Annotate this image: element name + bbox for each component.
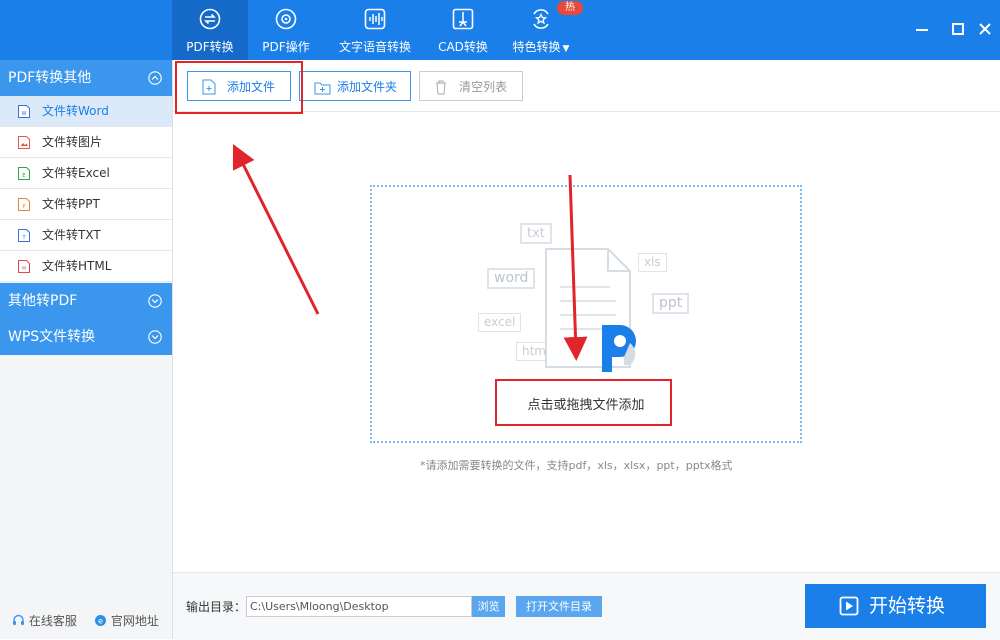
headset-icon xyxy=(13,614,24,625)
start-convert-button[interactable]: 开始转换 xyxy=(805,584,986,628)
tab-label: 特色转换 ▼ xyxy=(506,38,576,55)
clear-list-button[interactable]: 清空列表 xyxy=(419,71,523,101)
chevron-down-icon xyxy=(148,294,162,308)
sidebar-item-to-html[interactable]: H 文件转HTML xyxy=(0,251,172,282)
tab-cad-convert[interactable]: CAD转换 xyxy=(432,0,494,60)
svg-text:e: e xyxy=(98,617,103,626)
tab-text-voice[interactable]: 文字语音转换 xyxy=(333,0,417,60)
add-folder-button[interactable]: 添加文件夹 xyxy=(299,71,411,101)
svg-text:E: E xyxy=(22,173,25,179)
minimize-icon[interactable] xyxy=(913,20,931,38)
format-tag: txt xyxy=(520,223,552,244)
sidebar-item-to-ppt[interactable]: P 文件转PPT xyxy=(0,189,172,220)
annotation-arrow-add-file xyxy=(232,143,320,315)
item-label: 文件转TXT xyxy=(42,228,101,242)
chevron-down-icon xyxy=(148,330,162,344)
document-illustration-icon xyxy=(545,248,636,372)
svg-text:H: H xyxy=(22,266,26,272)
browser-e-icon: e xyxy=(95,615,106,626)
sidebar-item-to-txt[interactable]: T 文件转TXT xyxy=(0,220,172,251)
supported-formats-hint: *请添加需要转换的文件，支持pdf，xls，xlsx，ppt，pptx格式 xyxy=(420,459,733,472)
online-service-link[interactable]: 在线客服 xyxy=(12,612,77,629)
section-label: PDF转换其他 xyxy=(8,70,92,86)
word-file-icon: W xyxy=(18,105,30,118)
item-label: 文件转图片 xyxy=(42,135,103,149)
add-file-button[interactable]: 添加文件 xyxy=(187,71,291,101)
txt-file-icon: T xyxy=(18,229,30,242)
pdf-operate-icon xyxy=(275,8,297,30)
browse-button[interactable]: 浏览 xyxy=(472,596,505,617)
star-convert-icon xyxy=(533,9,549,29)
tab-pdf-convert[interactable]: PDF转换 xyxy=(172,0,248,60)
website-link[interactable]: e 官网地址 xyxy=(94,612,159,629)
item-label: 文件转PPT xyxy=(42,197,100,211)
hot-badge: 热 xyxy=(557,1,583,15)
format-tag: excel xyxy=(478,313,522,332)
file-drop-zone[interactable]: txt xls word ppt excel html 点击或拖拽文件添加 xyxy=(370,185,802,443)
cad-icon xyxy=(452,8,474,30)
trash-icon xyxy=(436,80,446,95)
section-label: 其他转PDF xyxy=(8,293,78,309)
voice-wave-icon xyxy=(364,8,386,30)
convert-icon xyxy=(839,596,859,616)
sidebar-section-pdf-to-other[interactable]: PDF转换其他 xyxy=(0,60,172,96)
item-label: 文件转HTML xyxy=(42,259,112,273)
start-convert-label: 开始转换 xyxy=(869,595,946,617)
output-dir-label: 输出目录： xyxy=(186,600,247,614)
sidebar-item-to-excel[interactable]: E 文件转Excel xyxy=(0,158,172,189)
html-file-icon: H xyxy=(18,260,30,273)
svg-text:W: W xyxy=(22,111,27,117)
maximize-icon[interactable] xyxy=(949,20,967,38)
sidebar-item-to-word[interactable]: W 文件转Word xyxy=(0,96,172,127)
tab-label-text: 特色转换 xyxy=(512,40,561,54)
service-label: 在线客服 xyxy=(28,614,77,628)
open-folder-button[interactable]: 打开文件目录 xyxy=(516,596,602,617)
svg-text:P: P xyxy=(22,204,25,210)
section-label: WPS文件转换 xyxy=(8,329,96,345)
drop-zone-label: 点击或拖拽文件添加 xyxy=(527,398,645,413)
add-file-label: 添加文件 xyxy=(227,80,276,94)
pdf-convert-icon xyxy=(199,8,221,30)
tab-label: CAD转换 xyxy=(438,40,488,54)
top-nav-bar: PDF转换 PDF操作 文字语音转换 CAD转换 特色转换 ▼ 热 xyxy=(0,0,1000,60)
add-file-icon xyxy=(202,79,216,95)
ppt-file-icon: P xyxy=(18,198,30,211)
sidebar: PDF转换其他 W 文件转Word 文件转图片 E 文件转Excel P 文件转… xyxy=(0,60,173,639)
excel-file-icon: E xyxy=(18,167,30,180)
output-path-field[interactable] xyxy=(246,596,472,617)
toolbar-divider xyxy=(173,111,1000,112)
tab-pdf-operate[interactable]: PDF操作 xyxy=(250,0,322,60)
add-folder-icon xyxy=(314,82,331,95)
item-label: 文件转Excel xyxy=(42,166,110,180)
caret-down-icon: ▼ xyxy=(562,44,570,54)
clear-list-label: 清空列表 xyxy=(459,80,508,94)
website-label: 官网地址 xyxy=(110,614,159,628)
format-tag: word xyxy=(487,268,536,289)
tab-label: PDF转换 xyxy=(186,40,234,54)
tab-label: PDF操作 xyxy=(262,40,310,54)
sidebar-section-other-to-pdf[interactable]: 其他转PDF xyxy=(0,283,172,319)
sidebar-section-wps[interactable]: WPS文件转换 xyxy=(0,319,172,355)
add-folder-label: 添加文件夹 xyxy=(337,80,398,94)
chevron-up-icon xyxy=(148,71,162,85)
image-file-icon xyxy=(18,136,30,149)
item-label: 文件转Word xyxy=(42,104,109,118)
tab-label: 文字语音转换 xyxy=(338,40,411,54)
sidebar-item-to-image[interactable]: 文件转图片 xyxy=(0,127,172,158)
format-tag: ppt xyxy=(652,293,690,314)
close-icon[interactable] xyxy=(976,20,994,38)
